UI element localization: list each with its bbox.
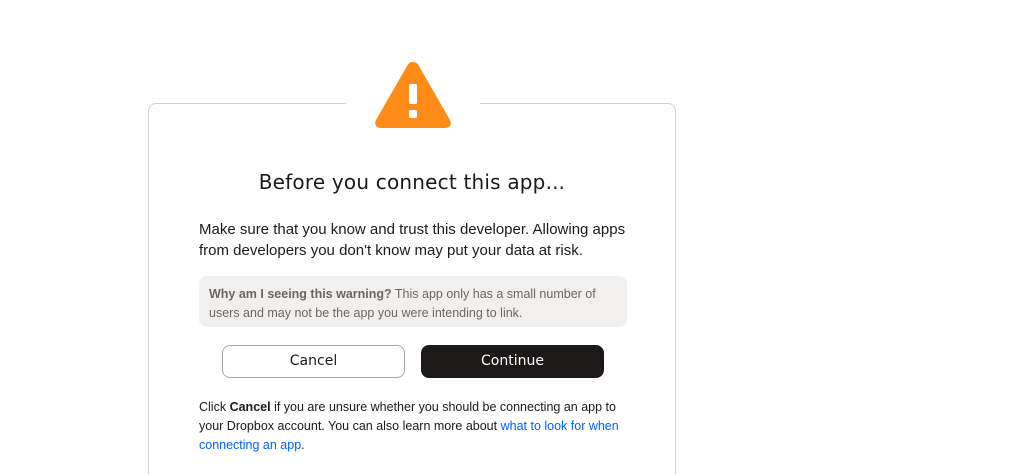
warning-triangle-icon bbox=[375, 62, 451, 128]
cancel-button[interactable]: Cancel bbox=[222, 345, 405, 378]
dialog-title: Before you connect this app... bbox=[258, 170, 566, 194]
page: Before you connect this app... Make sure… bbox=[0, 0, 1024, 474]
footer-suffix: . bbox=[301, 438, 305, 452]
footer-text: Click Cancel if you are unsure whether y… bbox=[199, 398, 639, 455]
notice-heading: Why am I seeing this warning? bbox=[209, 287, 392, 301]
continue-button[interactable]: Continue bbox=[421, 345, 604, 378]
intro-text: Make sure that you know and trust this d… bbox=[199, 221, 626, 259]
warning-notice: Why am I seeing this warning? This app o… bbox=[199, 276, 627, 327]
footer-cancel-word: Cancel bbox=[229, 400, 271, 414]
footer-prefix: Click bbox=[199, 400, 227, 414]
